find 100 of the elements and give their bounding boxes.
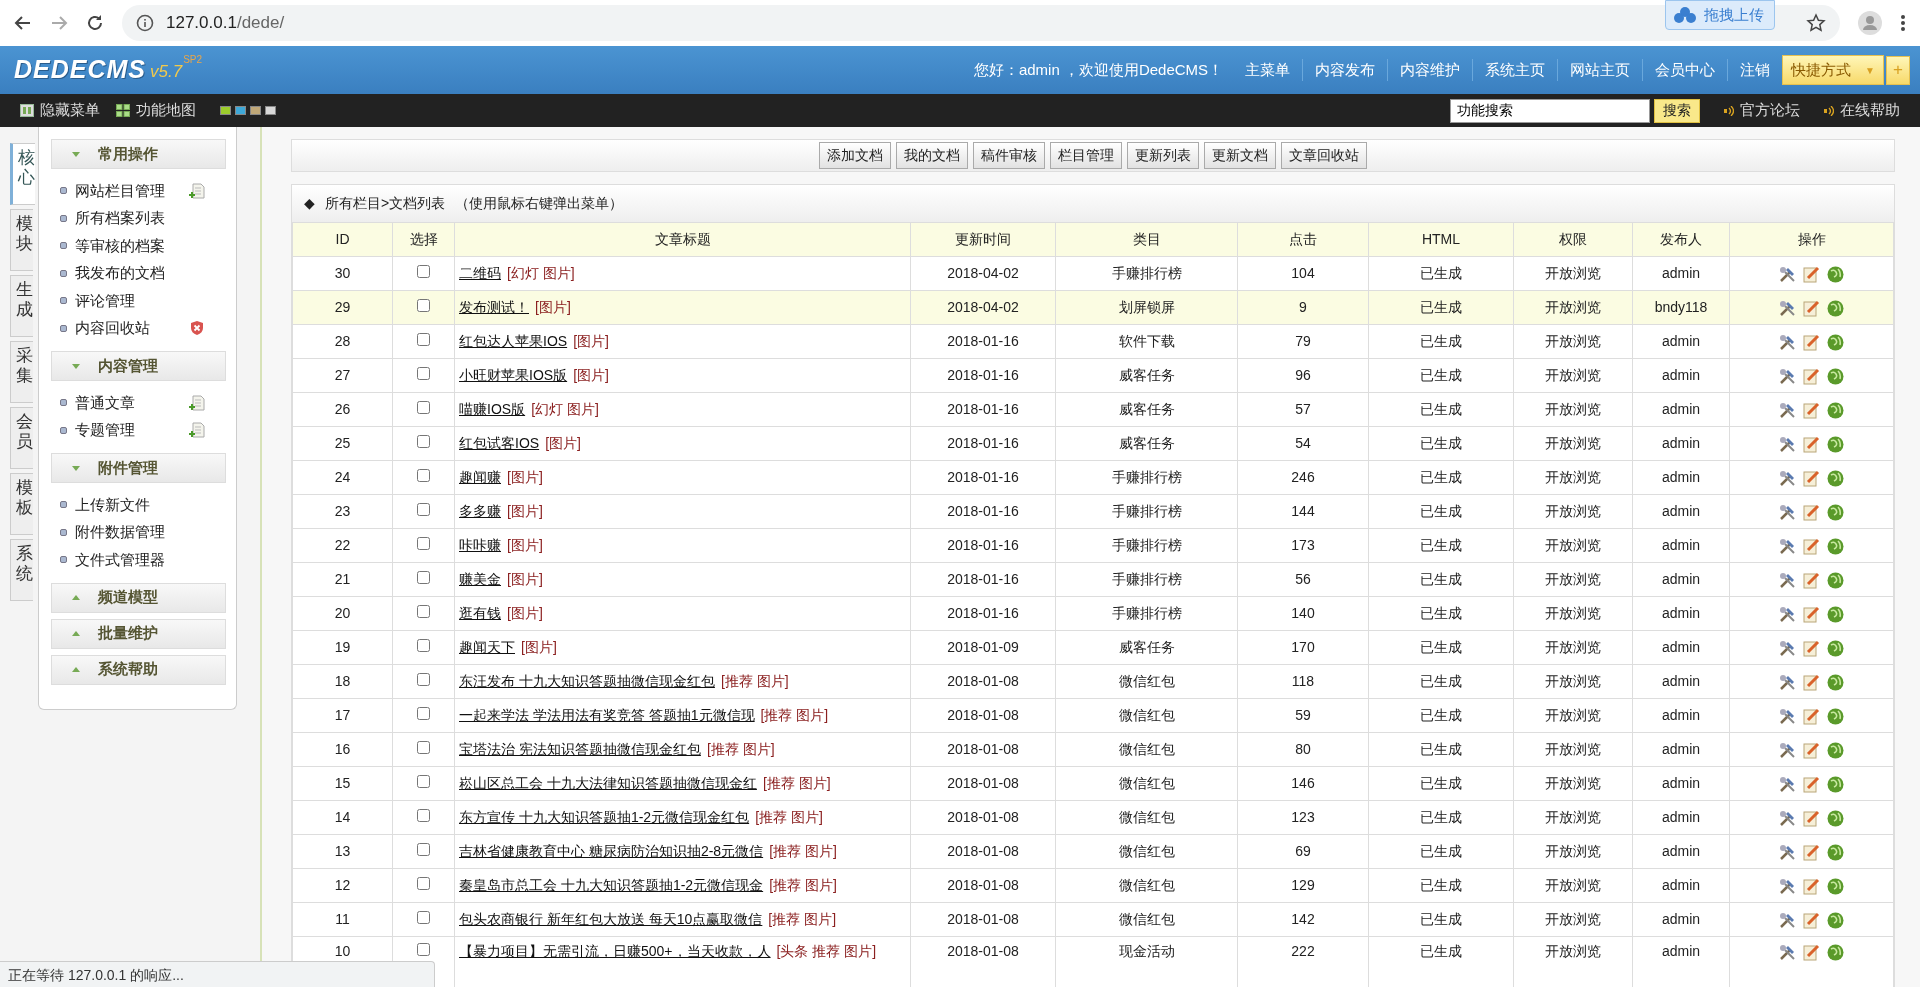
globe-icon[interactable]	[1827, 911, 1844, 929]
tools-icon[interactable]	[1779, 265, 1796, 283]
menu-item[interactable]: 所有档案列表	[75, 207, 181, 230]
menu-item[interactable]: 文件式管理器	[75, 548, 181, 571]
article-title-link[interactable]: 宝塔法治 宪法知识答题抽微信现金红包	[459, 741, 701, 757]
menu-item[interactable]: 等审核的档案	[75, 234, 181, 257]
edit-icon[interactable]	[1803, 435, 1820, 453]
article-title-link[interactable]: 东方宣传 十九大知识答题抽1-2元微信现金红包	[459, 809, 750, 825]
article-title-link[interactable]: 秦皇岛市总工会 十九大知识答题抽1-2元微信现金	[459, 877, 764, 893]
edit-icon[interactable]	[1803, 299, 1820, 317]
edit-icon[interactable]	[1803, 707, 1820, 725]
article-title-link[interactable]: 吉林省健康教育中心 糖尿病防治知识抽2-8元微信	[459, 843, 764, 859]
row-checkbox[interactable]	[417, 673, 430, 686]
tools-icon[interactable]	[1779, 333, 1796, 351]
skin-swatch[interactable]	[250, 106, 261, 115]
nav-link[interactable]: 会员中心	[1642, 58, 1728, 82]
action-button[interactable]: 我的文档	[896, 142, 968, 169]
nav-link[interactable]: 内容发布	[1302, 58, 1388, 82]
avatar-icon[interactable]	[1858, 11, 1882, 35]
edit-icon[interactable]	[1803, 333, 1820, 351]
edit-icon[interactable]	[1803, 741, 1820, 759]
edit-icon[interactable]	[1803, 943, 1820, 961]
globe-icon[interactable]	[1827, 741, 1844, 759]
globe-icon[interactable]	[1827, 943, 1844, 961]
row-checkbox[interactable]	[417, 537, 430, 550]
menu-section-header[interactable]: 频道模型	[51, 582, 226, 613]
row-checkbox[interactable]	[417, 843, 430, 856]
article-title-link[interactable]: 发布测试！	[459, 299, 529, 315]
globe-icon[interactable]	[1827, 673, 1844, 691]
article-title-link[interactable]: 多多赚	[459, 503, 501, 519]
edit-icon[interactable]	[1803, 537, 1820, 555]
nav-link[interactable]: 内容维护	[1387, 58, 1473, 82]
action-button[interactable]: 更新文档	[1204, 142, 1276, 169]
search-field[interactable]: 功能搜索	[1450, 98, 1650, 123]
menu-section-header[interactable]: 常用操作	[51, 139, 226, 169]
toolbar-link[interactable]: 功能地图	[116, 99, 196, 122]
row-checkbox[interactable]	[417, 911, 430, 924]
article-title-link[interactable]: 红包试客IOS	[459, 435, 540, 451]
menu-item[interactable]: 内容回收站	[75, 317, 181, 340]
action-button[interactable]: 栏目管理	[1050, 142, 1122, 169]
globe-icon[interactable]	[1827, 571, 1844, 589]
globe-icon[interactable]	[1827, 435, 1844, 453]
article-title-link[interactable]: 红包达人苹果IOS	[459, 333, 568, 349]
globe-icon[interactable]	[1827, 537, 1844, 555]
globe-icon[interactable]	[1827, 265, 1844, 283]
shortcut-dropdown[interactable]: 快捷方式 ▼	[1782, 54, 1884, 86]
row-checkbox[interactable]	[417, 741, 430, 754]
menu-item[interactable]: 我发布的文档	[75, 262, 181, 285]
search-button[interactable]: 搜索	[1654, 98, 1700, 123]
tools-icon[interactable]	[1779, 775, 1796, 793]
menu-section-header[interactable]: 内容管理	[51, 351, 226, 381]
side-tab[interactable]: 模板	[10, 473, 33, 535]
row-checkbox[interactable]	[417, 299, 430, 312]
menu-item[interactable]: 附件数据管理	[75, 521, 181, 544]
globe-icon[interactable]	[1827, 333, 1844, 351]
tools-icon[interactable]	[1779, 673, 1796, 691]
globe-icon[interactable]	[1827, 367, 1844, 385]
edit-icon[interactable]	[1803, 877, 1820, 895]
add-page-icon[interactable]	[189, 182, 205, 199]
menu-section-header[interactable]: 附件管理	[51, 453, 226, 483]
edit-icon[interactable]	[1803, 809, 1820, 827]
edit-icon[interactable]	[1803, 775, 1820, 793]
menu-item[interactable]: 评论管理	[75, 289, 181, 312]
edit-icon[interactable]	[1803, 401, 1820, 419]
row-checkbox[interactable]	[417, 401, 430, 414]
article-title-link[interactable]: 【暴力项目】无需引流，日赚500+，当天收款，人	[459, 943, 771, 959]
help-link[interactable]: 在线帮助	[1824, 99, 1900, 122]
edit-icon[interactable]	[1803, 265, 1820, 283]
tools-icon[interactable]	[1779, 877, 1796, 895]
action-button[interactable]: 文章回收站	[1281, 142, 1367, 169]
menu-item[interactable]: 上传新文件	[75, 493, 181, 516]
article-title-link[interactable]: 咔咔赚	[459, 537, 501, 553]
row-checkbox[interactable]	[417, 943, 430, 956]
row-checkbox[interactable]	[417, 809, 430, 822]
info-icon[interactable]	[136, 14, 154, 32]
row-checkbox[interactable]	[417, 367, 430, 380]
edit-icon[interactable]	[1803, 605, 1820, 623]
add-page-icon[interactable]	[189, 394, 205, 411]
side-tab[interactable]: 系统	[10, 539, 33, 601]
tools-icon[interactable]	[1779, 401, 1796, 419]
globe-icon[interactable]	[1827, 299, 1844, 317]
add-page-icon[interactable]	[189, 422, 205, 439]
menu-item[interactable]: 专题管理	[75, 419, 181, 442]
menu-item[interactable]: 网站栏目管理	[75, 179, 181, 202]
menu-section-header[interactable]: 批量维护	[51, 618, 226, 649]
help-link[interactable]: 官方论坛	[1724, 99, 1800, 122]
tools-icon[interactable]	[1779, 367, 1796, 385]
row-checkbox[interactable]	[417, 265, 430, 278]
globe-icon[interactable]	[1827, 469, 1844, 487]
star-icon[interactable]	[1806, 13, 1826, 33]
tools-icon[interactable]	[1779, 741, 1796, 759]
globe-icon[interactable]	[1827, 503, 1844, 521]
skin-swatch[interactable]	[235, 106, 246, 115]
row-checkbox[interactable]	[417, 605, 430, 618]
upload-extension-button[interactable]: 拖拽上传	[1665, 0, 1775, 30]
globe-icon[interactable]	[1827, 605, 1844, 623]
row-checkbox[interactable]	[417, 435, 430, 448]
menu-section-header[interactable]: 系统帮助	[51, 654, 226, 685]
globe-icon[interactable]	[1827, 639, 1844, 657]
nav-link[interactable]: 网站主页	[1557, 58, 1643, 82]
